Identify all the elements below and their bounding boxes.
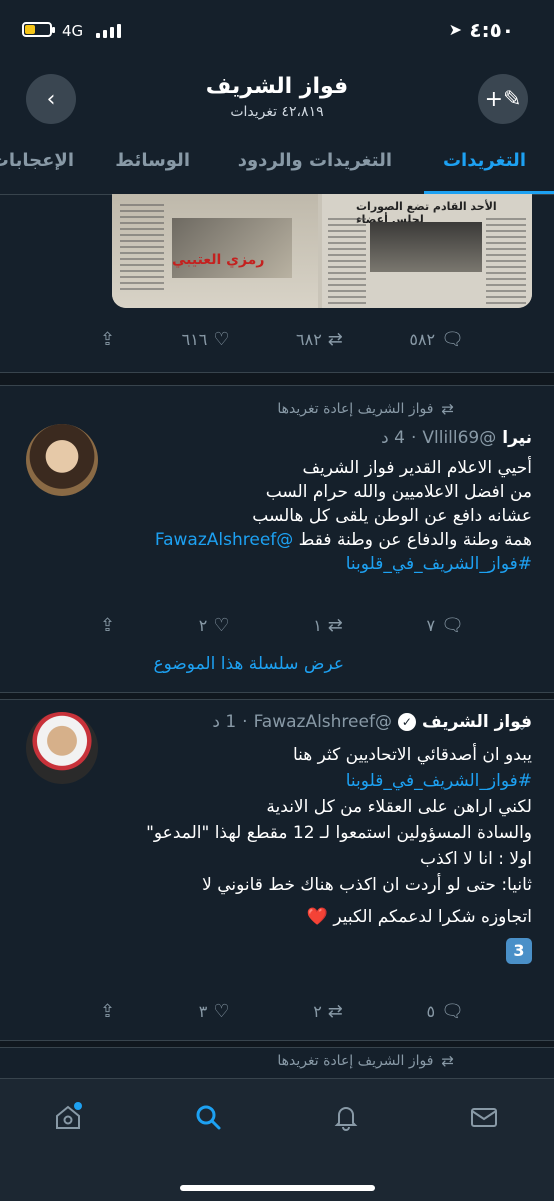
share-button[interactable]: ⇪ [100,615,115,636]
nav-notifications[interactable] [326,1097,366,1137]
battery-icon [22,22,55,37]
tweet-actions: 🗨 ٥ ⇄ ٢ ♡ ٣ ⇪ [100,996,464,1026]
search-icon [196,1105,221,1130]
retweet-button[interactable]: ⇄ ٢ [313,1001,343,1022]
clock: ٤:٥٠ [469,18,514,42]
bell-icon [334,1107,358,1131]
share-button[interactable]: ⇪ [100,329,115,350]
share-button[interactable]: ⇪ [100,1001,115,1022]
retweet-icon: ⇄ [441,1052,454,1070]
retweet-button[interactable]: ⇄ ١ [313,615,343,636]
nav-home[interactable] [48,1097,88,1137]
heart-icon: ♡ [213,328,230,350]
verified-badge-icon: ✓ [397,713,416,731]
divider [0,692,554,700]
retweet-button[interactable]: ⇄ ٦٨٢ [296,329,343,350]
bottom-navigation [0,1078,554,1201]
tab-likes[interactable]: الإعجابات [0,150,74,171]
nav-messages[interactable] [464,1097,504,1137]
share-icon: ⇪ [100,1000,116,1022]
divider [0,372,554,386]
hashtag-link[interactable]: #فواز_الشريف_في_قلوبنا [92,768,532,794]
retweet-icon: ⇄ [327,614,343,636]
status-bar: 4G ➤ ٤:٥٠ [0,0,554,60]
reply-button[interactable]: 🗨 ٧ [427,615,464,636]
tweet-image[interactable]: رمزي العتيبي الأحد القادم تضع الصورات لج… [112,194,532,308]
avatar[interactable] [26,424,98,496]
author-handle[interactable]: @Vllill69 [422,428,496,448]
tab-media[interactable]: الوسائط [115,150,190,171]
tab-tweets[interactable]: التغريدات [443,150,526,171]
tab-tweets-and-replies[interactable]: التغريدات والردود [238,150,392,171]
tweet-time: 1 د [212,712,237,732]
network-type: 4G [62,22,84,40]
mention-link[interactable]: @FawazAlshreef [155,530,293,550]
share-icon: ⇪ [100,328,116,350]
reply-icon: 🗨 [441,328,464,350]
heart-icon: ♡ [213,614,230,636]
author-handle[interactable]: @FawazAlshreef [254,712,392,732]
show-thread-link[interactable]: عرض سلسلة هذا الموضوع [153,654,344,674]
retweet-icon: ⇄ [327,1000,343,1022]
compose-tweet-button[interactable]: +✎ [478,74,528,124]
tweet-author-row: فواز الشريف ✓ @FawazAlshreef · 1 د [212,712,532,732]
retweet-icon: ⇄ [441,400,454,418]
retweet-indicator[interactable]: ⇄ فواز الشريف إعادة تغريدها [277,400,454,418]
reply-button[interactable]: 🗨 ٥ [427,1001,464,1022]
author-name[interactable]: نيرا [502,428,532,448]
tweet-text: يبدو ان أصدقائي الاتحاديين كثر هنا #فواز… [92,742,532,964]
page-title: فواز الشريف [205,74,349,99]
heart-icon: ♡ [213,1000,230,1022]
tweet-actions: 🗨 ٧ ⇄ ١ ♡ ٢ ⇪ [100,610,464,640]
tweet-author-row: نيرا @Vllill69 · 4 د [381,428,532,448]
newspaper-photo-left: رمزي العتيبي [112,194,318,308]
keycap-three-emoji: 3 [506,938,532,964]
newspaper-photo-right: الأحد القادم تضع الصورات لجلس أعضاء [322,194,532,308]
nav-search[interactable] [188,1097,228,1137]
home-indicator[interactable] [180,1185,375,1191]
tweet-text: أحيي الاعلام القدير فواز الشريف من افضل … [92,456,532,576]
tweet-actions: 🗨 ٥٨٢ ⇄ ٦٨٢ ♡ ٦١٦ ⇪ [100,324,464,354]
retweet-indicator[interactable]: ⇄ فواز الشريف إعادة تغريدها [277,1052,454,1070]
like-button[interactable]: ♡ ٣ [199,1001,230,1022]
tweet-count: ٤٢،٨١٩ تغريدات [230,104,324,120]
avatar[interactable] [26,712,98,784]
feather-plus-icon: +✎ [484,86,522,112]
reply-icon: 🗨 [441,614,464,636]
divider [0,1040,554,1048]
location-arrow-icon: ➤ [448,20,462,39]
home-icon [56,1102,82,1129]
like-button[interactable]: ♡ ٦١٦ [182,329,230,350]
signal-icon [96,22,126,38]
reply-icon: 🗨 [441,1000,464,1022]
reply-button[interactable]: 🗨 ٥٨٢ [409,329,464,350]
tweet-time: 4 د [381,428,405,448]
image-caption: رمزي العتيبي [172,252,265,268]
author-name[interactable]: فواز الشريف [422,712,532,732]
retweet-icon: ⇄ [327,328,343,350]
profile-tabs: التغريدات التغريدات والردود الوسائط الإع… [0,132,554,195]
profile-header: ‹ فواز الشريف ٤٢،٨١٩ تغريدات +✎ [0,64,554,134]
hashtag-link[interactable]: #فواز_الشريف_في_قلوبنا [92,552,532,576]
share-icon: ⇪ [100,614,116,636]
like-button[interactable]: ♡ ٢ [199,615,230,636]
mail-icon [471,1108,497,1127]
